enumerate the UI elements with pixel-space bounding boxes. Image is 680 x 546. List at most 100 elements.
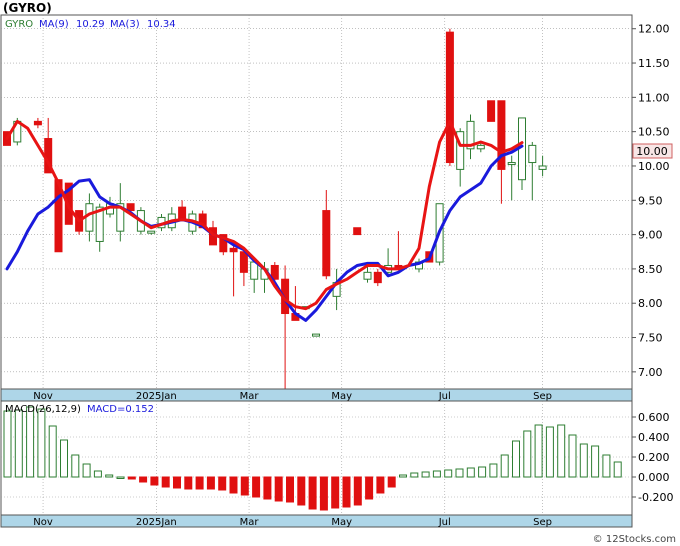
macd-x-tick-label: Sep (533, 517, 552, 528)
candle-body (353, 227, 362, 236)
macd-bar (173, 476, 181, 489)
candle-body (33, 120, 42, 126)
macd-bar (218, 476, 227, 491)
macd-bar (93, 470, 102, 478)
macd-bar (139, 476, 148, 483)
stock-chart: 12.00 11.50 11.00 10.50 10.00 9.50 9.00 8.50 8.0… (0, 1, 676, 545)
macd-x-tick-label: 2025Jan (136, 517, 177, 528)
macd-bar (37, 408, 46, 478)
price-y-tick-label: 8.50 (638, 263, 663, 276)
macd-bar (274, 476, 283, 502)
candle-body (126, 203, 135, 212)
macd-bar (602, 454, 611, 478)
macd-y-tick-label: 0.000 (638, 471, 670, 484)
macd-bar (229, 476, 238, 494)
macd-bar (353, 476, 362, 506)
macd-y-axis: 0.600 0.400 0.200 0.000 -0.200 (632, 411, 673, 504)
candle-body (528, 144, 537, 164)
macd-bar (195, 476, 204, 490)
macd-bar (489, 463, 498, 478)
price-y-tick-label: 10.50 (638, 126, 670, 139)
macd-bar (455, 468, 464, 478)
macd-bar (308, 476, 317, 510)
macd-x-tick-label: Nov (33, 517, 53, 528)
last-price-badge: 10.00 (632, 143, 673, 159)
candle-body (476, 144, 485, 150)
macd-bar (478, 466, 487, 478)
price-x-tick-label: May (331, 391, 352, 402)
price-y-tick-label: 12.00 (638, 23, 670, 36)
macd-bar (48, 425, 57, 478)
macd-bar (376, 476, 385, 494)
macd-bar (105, 474, 114, 478)
macd-bar (523, 430, 532, 478)
macd-x-tick-label: May (331, 517, 352, 528)
price-y-tick-label: 11.00 (638, 91, 670, 104)
candle-body (239, 251, 248, 273)
candle-body (445, 31, 454, 164)
macd-bar (557, 424, 566, 478)
macd-bar (399, 474, 407, 478)
price-y-tick-label: 7.00 (638, 366, 663, 379)
candle-body (363, 271, 372, 280)
macd-bar (263, 476, 272, 500)
macd-bar (512, 440, 520, 478)
price-y-tick-label: 10.00 (638, 160, 670, 173)
macd-bar (82, 463, 91, 478)
candle-body (322, 210, 331, 277)
price-y-tick-label: 9.00 (638, 229, 663, 242)
price-x-tick-label: Jul (438, 391, 451, 402)
price-y-tick-label: 11.50 (638, 57, 670, 70)
price-x-tick-label: Mar (240, 391, 260, 402)
macd-bar (252, 476, 261, 498)
legend-ma3-label: MA(3) (110, 19, 140, 30)
macd-bar (421, 471, 430, 478)
macd-y-tick-label: 0.400 (638, 431, 670, 444)
macd-y-tick-label: -0.200 (638, 491, 673, 504)
price-legend: GYRO MA(9) 10.29 MA(3) 10.34 (5, 19, 176, 30)
candle-body (487, 100, 496, 122)
macd-bar (240, 476, 249, 496)
macd-legend: MACD(26,12,9) MACD=0.152 (5, 404, 154, 415)
legend-ma9-label: MA(9) (39, 19, 69, 30)
macd-bar (26, 406, 35, 478)
price-y-tick-label: 8.00 (638, 297, 663, 310)
price-x-tick-label: Sep (533, 391, 552, 402)
macd-legend-value: MACD=0.152 (87, 404, 154, 415)
macd-bar (466, 467, 475, 478)
macd-bar (331, 476, 340, 509)
macd-bar (161, 476, 170, 488)
price-x-tick-label: Nov (33, 391, 53, 402)
macd-y-tick-label: 0.200 (638, 451, 670, 464)
macd-bar (568, 434, 577, 478)
macd-bar (410, 472, 419, 478)
macd-bar (297, 476, 306, 506)
macd-bar (14, 409, 23, 478)
macd-bar (286, 476, 294, 503)
candle-body (507, 162, 516, 166)
chart-ticker-title: (GYRO) (3, 1, 52, 15)
last-price-badge-text: 10.00 (636, 145, 668, 158)
macd-bar (342, 476, 351, 508)
macd-bar (444, 469, 453, 478)
candle-body (147, 230, 156, 234)
macd-bar (534, 424, 543, 478)
macd-bar (71, 454, 80, 478)
price-y-axis: 12.00 11.50 11.00 10.50 10.00 9.50 9.00 8.50 8.0… (632, 23, 670, 379)
candle-body (229, 247, 238, 253)
macd-bar (545, 426, 554, 478)
macd-bar (591, 445, 600, 478)
legend-symbol: GYRO (5, 19, 33, 30)
macd-bar (127, 476, 136, 480)
macd-bar (150, 476, 159, 486)
candle-body (312, 333, 320, 337)
macd-legend-label: MACD(26,12,9) (5, 404, 81, 415)
macd-bar (206, 476, 215, 490)
macd-y-tick-label: 0.600 (638, 411, 670, 424)
macd-bar (116, 476, 125, 479)
macd-bar (500, 454, 509, 478)
macd-bar (60, 439, 68, 478)
macd-x-tick-label: Mar (240, 517, 260, 528)
price-y-tick-label: 9.50 (638, 194, 663, 207)
macd-bar (184, 476, 193, 490)
